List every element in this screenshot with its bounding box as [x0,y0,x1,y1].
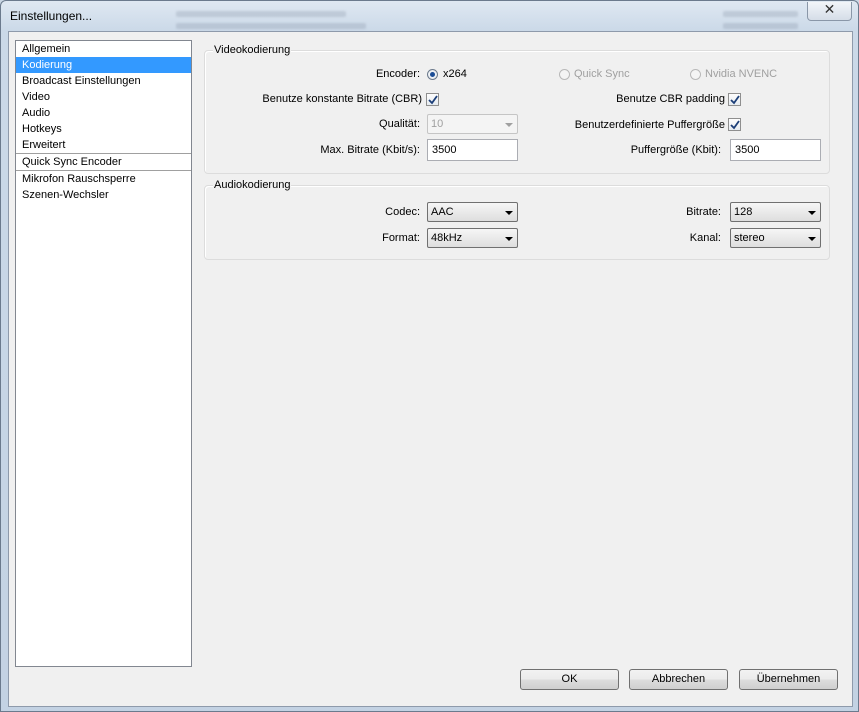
sidebar-item-szenen-wechsler[interactable]: Szenen-Wechsler [16,187,191,203]
sidebar-item-audio[interactable]: Audio [16,105,191,121]
chevron-down-icon [808,211,816,215]
channel-label: Kanal: [689,232,721,244]
bitrate-value: 128 [734,206,753,218]
sidebar-item-video[interactable]: Video [16,89,191,105]
title-bar[interactable]: Einstellungen... ✕ [1,1,858,31]
settings-window: Einstellungen... ✕ Allgemein Kodierung B… [0,0,859,712]
ok-button[interactable]: OK [520,669,619,690]
apply-button[interactable]: Übernehmen [739,669,838,690]
max-bitrate-field[interactable]: 3500 [427,139,518,161]
chevron-down-icon [505,123,513,127]
codec-label: Codec: [385,206,420,218]
channel-dropdown[interactable]: stereo [730,228,821,248]
chevron-down-icon [808,237,816,241]
max-bitrate-value: 3500 [432,144,457,156]
cbr-padding-label: Benutze CBR padding [616,93,725,105]
custom-buffer-label: Benutzerdefinierte Puffergröße [574,119,725,131]
check-icon [730,95,740,105]
sidebar-item-erweitert[interactable]: Erweitert [16,137,191,153]
sidebar-item-hotkeys[interactable]: Hotkeys [16,121,191,137]
buffer-size-field[interactable]: 3500 [730,139,821,161]
encoder-option-quick-sync[interactable]: Quick Sync [574,68,630,80]
cbr-checkbox[interactable] [426,93,439,106]
format-value: 48kHz [431,232,463,244]
chevron-down-icon [505,237,513,241]
format-dropdown[interactable]: 48kHz [427,228,518,248]
encoder-label: Encoder: [375,68,420,80]
video-encoding-group: Videokodierung Encoder: x264 Quick Sync … [204,44,830,174]
cbr-padding-checkbox[interactable] [728,93,741,106]
buffer-size-label: Puffergröße (Kbit): [630,144,721,156]
dialog-body: Allgemein Kodierung Broadcast Einstellun… [8,31,853,707]
quality-label: Qualität: [379,118,420,130]
radio-icon[interactable] [427,69,438,80]
audio-encoding-group: Audiokodierung Codec: AAC Bitrate: 128 F… [204,179,830,260]
quality-value: 10 [431,118,444,130]
check-icon [730,120,740,130]
close-button[interactable]: ✕ [807,2,852,21]
radio-icon[interactable] [690,69,701,80]
cbr-label: Benutze konstante Bitrate (CBR) [262,93,422,105]
chevron-down-icon [505,211,513,215]
codec-dropdown[interactable]: AAC [427,202,518,222]
audio-encoding-group-label: Audiokodierung [213,179,292,191]
check-icon [428,95,438,105]
custom-buffer-checkbox[interactable] [728,118,741,131]
video-encoding-group-label: Videokodierung [213,44,292,56]
sidebar-item-allgemein[interactable]: Allgemein [16,41,191,57]
quality-dropdown[interactable]: 10 [427,114,518,134]
channel-value: stereo [734,232,765,244]
encoder-option-nvidia-nvenc[interactable]: Nvidia NVENC [705,68,777,80]
bitrate-dropdown[interactable]: 128 [730,202,821,222]
codec-value: AAC [431,206,454,218]
settings-category-list[interactable]: Allgemein Kodierung Broadcast Einstellun… [15,40,192,667]
format-label: Format: [382,232,420,244]
sidebar-item-mikrofon-rauschsperre[interactable]: Mikrofon Rauschsperre [16,170,191,187]
close-icon: ✕ [823,2,836,18]
bitrate-label: Bitrate: [686,206,721,218]
max-bitrate-label: Max. Bitrate (Kbit/s): [320,144,420,156]
sidebar-item-quick-sync-encoder[interactable]: Quick Sync Encoder [16,153,191,170]
encoder-option-x264[interactable]: x264 [443,68,467,80]
window-title: Einstellungen... [10,9,93,23]
sidebar-item-broadcast[interactable]: Broadcast Einstellungen [16,73,191,89]
radio-icon[interactable] [559,69,570,80]
sidebar-item-kodierung[interactable]: Kodierung [16,57,191,73]
cancel-button[interactable]: Abbrechen [629,669,728,690]
buffer-size-value: 3500 [735,144,760,156]
